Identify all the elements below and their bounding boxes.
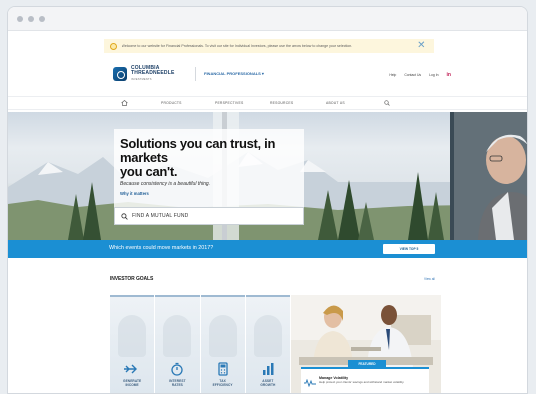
fund-search-input[interactable]: FIND A MUTUAL FUND bbox=[114, 207, 304, 225]
info-icon bbox=[109, 42, 117, 50]
view-top-5-button[interactable]: VIEW TOP 5 bbox=[383, 244, 435, 254]
home-icon[interactable] bbox=[121, 100, 128, 106]
window-dot-minimize[interactable] bbox=[28, 15, 34, 22]
nav-item-perspectives[interactable]: PERSPECTIVES bbox=[215, 101, 243, 105]
calculator-icon bbox=[217, 362, 228, 376]
hero-title-line-2: you can't. bbox=[120, 164, 178, 179]
browser-window: Welcome to our website for Financial Pro… bbox=[7, 6, 528, 394]
goal-tile-tax-efficiency[interactable]: TAX EFFICIENCY bbox=[200, 295, 245, 393]
notice-text: Welcome to our website for Financial Pro… bbox=[121, 44, 353, 48]
main-nav: PRODUCTS PERSPECTIVES RESOURCES ABOUT US bbox=[8, 96, 527, 110]
view-all-link[interactable]: View all bbox=[424, 277, 435, 281]
web-page: Welcome to our website for Financial Pro… bbox=[8, 32, 527, 393]
help-link[interactable]: Help bbox=[389, 73, 396, 77]
goal-tile-label: TAX EFFICIENCY bbox=[212, 379, 233, 387]
featured-description: Help protect your clients' savings and w… bbox=[319, 380, 405, 384]
logo-line-3: INVESTMENTS bbox=[131, 77, 152, 81]
volatility-icon bbox=[304, 379, 316, 387]
window-dot-close[interactable] bbox=[17, 15, 23, 22]
goal-tile-label: INTEREST RATES bbox=[169, 379, 186, 387]
linkedin-icon[interactable]: in bbox=[447, 72, 451, 78]
bar-chart-icon bbox=[262, 363, 274, 375]
close-icon[interactable]: ✕ bbox=[417, 40, 425, 52]
logo-mark-icon bbox=[113, 67, 127, 82]
utility-links: Help Contact Us Log In in bbox=[389, 72, 451, 78]
hero-title-line-1: Solutions you can trust, in markets bbox=[120, 136, 276, 165]
stopwatch-icon bbox=[171, 362, 183, 376]
nav-item-about-us[interactable]: ABOUT US bbox=[326, 101, 345, 105]
section-title: INVESTOR GOALS bbox=[110, 276, 154, 282]
featured-card[interactable]: FEATURED Manage Volatility Help protect … bbox=[291, 295, 441, 393]
hero-link[interactable]: Why it matters bbox=[120, 191, 298, 196]
search-icon[interactable] bbox=[384, 100, 390, 106]
investor-goals-section: INVESTOR GOALS View all GENERATE INCOME I… bbox=[8, 268, 527, 393]
logo[interactable]: COLUMBIA THREADNEEDLE INVESTMENTS bbox=[113, 65, 175, 82]
browser-chrome bbox=[8, 7, 527, 31]
promo-strip: Which events could move markets in 2017?… bbox=[8, 240, 527, 258]
site-header: COLUMBIA THREADNEEDLE INVESTMENTS FINANC… bbox=[8, 60, 527, 96]
hero-banner: Solutions you can trust, in markets you … bbox=[8, 112, 527, 240]
arrow-flow-icon bbox=[124, 364, 137, 374]
goal-tile-interest-rates[interactable]: INTEREST RATES bbox=[155, 295, 200, 393]
goal-tile-generate-income[interactable]: GENERATE INCOME bbox=[110, 295, 155, 393]
audience-selector[interactable]: FINANCIAL PROFESSIONALS ▾ bbox=[204, 71, 264, 76]
logo-text: COLUMBIA THREADNEEDLE INVESTMENTS bbox=[131, 65, 175, 82]
nav-item-products[interactable]: PRODUCTS bbox=[161, 101, 182, 105]
hero-subtitle: Because consistency is a beautiful thing… bbox=[120, 181, 211, 187]
promo-text: Which events could move markets in 2017? bbox=[109, 245, 214, 251]
contact-link[interactable]: Contact Us bbox=[404, 73, 421, 77]
nav-item-resources[interactable]: RESOURCES bbox=[270, 101, 293, 105]
notice-bar: Welcome to our website for Financial Pro… bbox=[8, 39, 527, 53]
goal-tiles: GENERATE INCOME INTEREST RATES TAX EFFIC… bbox=[110, 295, 290, 393]
search-icon bbox=[121, 212, 128, 220]
notice-box: Welcome to our website for Financial Pro… bbox=[103, 39, 434, 53]
goal-tile-asset-growth[interactable]: ASSET GROWTH bbox=[245, 295, 290, 393]
login-link[interactable]: Log In bbox=[429, 73, 438, 77]
goal-tile-label: ASSET GROWTH bbox=[260, 379, 276, 387]
fund-search-label: FIND A MUTUAL FUND bbox=[132, 213, 189, 219]
featured-text-card: FEATURED Manage Volatility Help protect … bbox=[301, 360, 429, 393]
featured-tag: FEATURED bbox=[348, 360, 386, 368]
goal-tile-label: GENERATE INCOME bbox=[122, 379, 142, 387]
window-dot-maximize[interactable] bbox=[39, 15, 45, 22]
header-divider bbox=[195, 67, 196, 81]
